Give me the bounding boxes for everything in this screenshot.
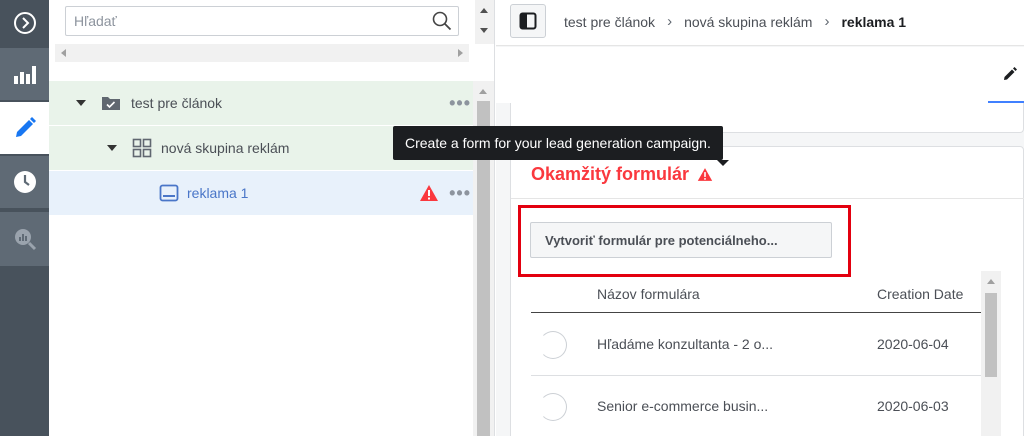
ad-set-grid-icon [132, 138, 152, 158]
left-nav-rail [0, 0, 49, 436]
breadcrumb: test pre článok › nová skupina reklám › … [564, 13, 906, 30]
tooltip: Create a form for your lead generation c… [393, 126, 729, 166]
table-vertical-scrollbar[interactable] [981, 271, 1001, 436]
tree-row-label: test pre článok [131, 95, 223, 111]
editor-topbar: test pre článok › nová skupina reklám › … [496, 0, 1024, 46]
tree-search-input[interactable] [66, 7, 426, 35]
breadcrumb-item-campaign[interactable]: test pre článok [564, 14, 655, 30]
expand-caret-icon[interactable] [107, 145, 117, 151]
chevron-right-icon: › [824, 13, 830, 30]
table-row[interactable]: Hľadáme konzultanta - 2 o... 2020-06-04 [531, 314, 981, 376]
section-title-text: Okamžitý formulár [531, 164, 690, 184]
form-radio-button[interactable] [539, 331, 567, 359]
editor-tab-bar [496, 47, 1024, 103]
breadcrumb-item-ad-set[interactable]: nová skupina reklám [684, 14, 812, 30]
campaign-tree-pane: test pre článok ••• nová skupina reklám … [49, 0, 495, 436]
editor-pane: test pre článok › nová skupina reklám › … [496, 0, 1024, 436]
nav-edit-button[interactable] [0, 102, 49, 154]
column-header-form-name[interactable]: Názov formulára [597, 286, 700, 302]
form-creation-date: 2020-06-03 [877, 398, 949, 414]
table-row[interactable]: Senior e-commerce busin... 2020-06-03 [531, 376, 981, 436]
section-title: Okamžitý formulár [531, 164, 713, 185]
divider [511, 198, 1024, 199]
chevron-right-circle-icon [13, 12, 36, 34]
clock-icon [13, 171, 36, 193]
scroll-down-arrow-icon[interactable] [480, 28, 488, 33]
tab-edit[interactable] [988, 58, 1024, 104]
tree-row-ad[interactable]: reklama 1 ••• [49, 171, 473, 215]
nav-reporting-button[interactable] [0, 48, 49, 100]
search-icon[interactable] [432, 11, 452, 31]
scroll-right-arrow-icon[interactable] [458, 49, 463, 57]
warning-icon [697, 168, 713, 181]
form-name: Hľadáme konzultanta - 2 o... [597, 336, 774, 352]
forms-table-header: Názov formulára Creation Date [531, 277, 981, 313]
tree-row-label: reklama 1 [187, 185, 249, 201]
bar-chart-icon [13, 66, 36, 84]
search-vertical-scrollbar[interactable] [475, 0, 494, 44]
pencil-icon [15, 117, 36, 137]
tree-search-box [65, 6, 459, 36]
campaign-folder-icon [102, 97, 120, 110]
nav-inspect-button[interactable] [0, 212, 49, 266]
scroll-up-arrow-icon[interactable] [479, 89, 487, 94]
tree-row-campaign[interactable]: test pre článok ••• [49, 81, 473, 125]
form-name: Senior e-commerce busin... [597, 398, 769, 414]
form-radio-button[interactable] [539, 393, 567, 421]
pencil-icon [1004, 67, 1017, 80]
expand-caret-icon[interactable] [76, 100, 86, 106]
nav-history-button[interactable] [0, 156, 49, 208]
form-creation-date: 2020-06-04 [877, 336, 949, 352]
tree-horizontal-scrollbar[interactable] [55, 44, 469, 62]
scroll-left-arrow-icon[interactable] [61, 49, 66, 57]
instant-form-card: Okamžitý formulár Vytvoriť formulár pre … [510, 146, 1024, 436]
scroll-up-arrow-icon[interactable] [987, 279, 995, 284]
column-header-creation-date[interactable]: Creation Date [877, 286, 963, 302]
chevron-right-icon: › [667, 13, 673, 30]
scroll-up-arrow-icon[interactable] [480, 8, 488, 13]
search-chart-icon [14, 229, 36, 251]
ad-icon [159, 184, 179, 202]
warning-icon [420, 185, 438, 201]
more-options-icon[interactable]: ••• [449, 183, 471, 204]
panel-toggle-icon [519, 12, 537, 30]
breadcrumb-current: reklama 1 [841, 13, 907, 30]
create-lead-form-button[interactable]: Vytvoriť formulár pre potenciálneho... [530, 222, 832, 258]
scrollbar-thumb[interactable] [985, 293, 997, 377]
more-options-icon[interactable]: ••• [449, 93, 471, 114]
toggle-tree-button[interactable] [510, 4, 546, 38]
nav-expand-button[interactable] [0, 0, 49, 46]
tree-row-label: nová skupina reklám [161, 140, 290, 156]
